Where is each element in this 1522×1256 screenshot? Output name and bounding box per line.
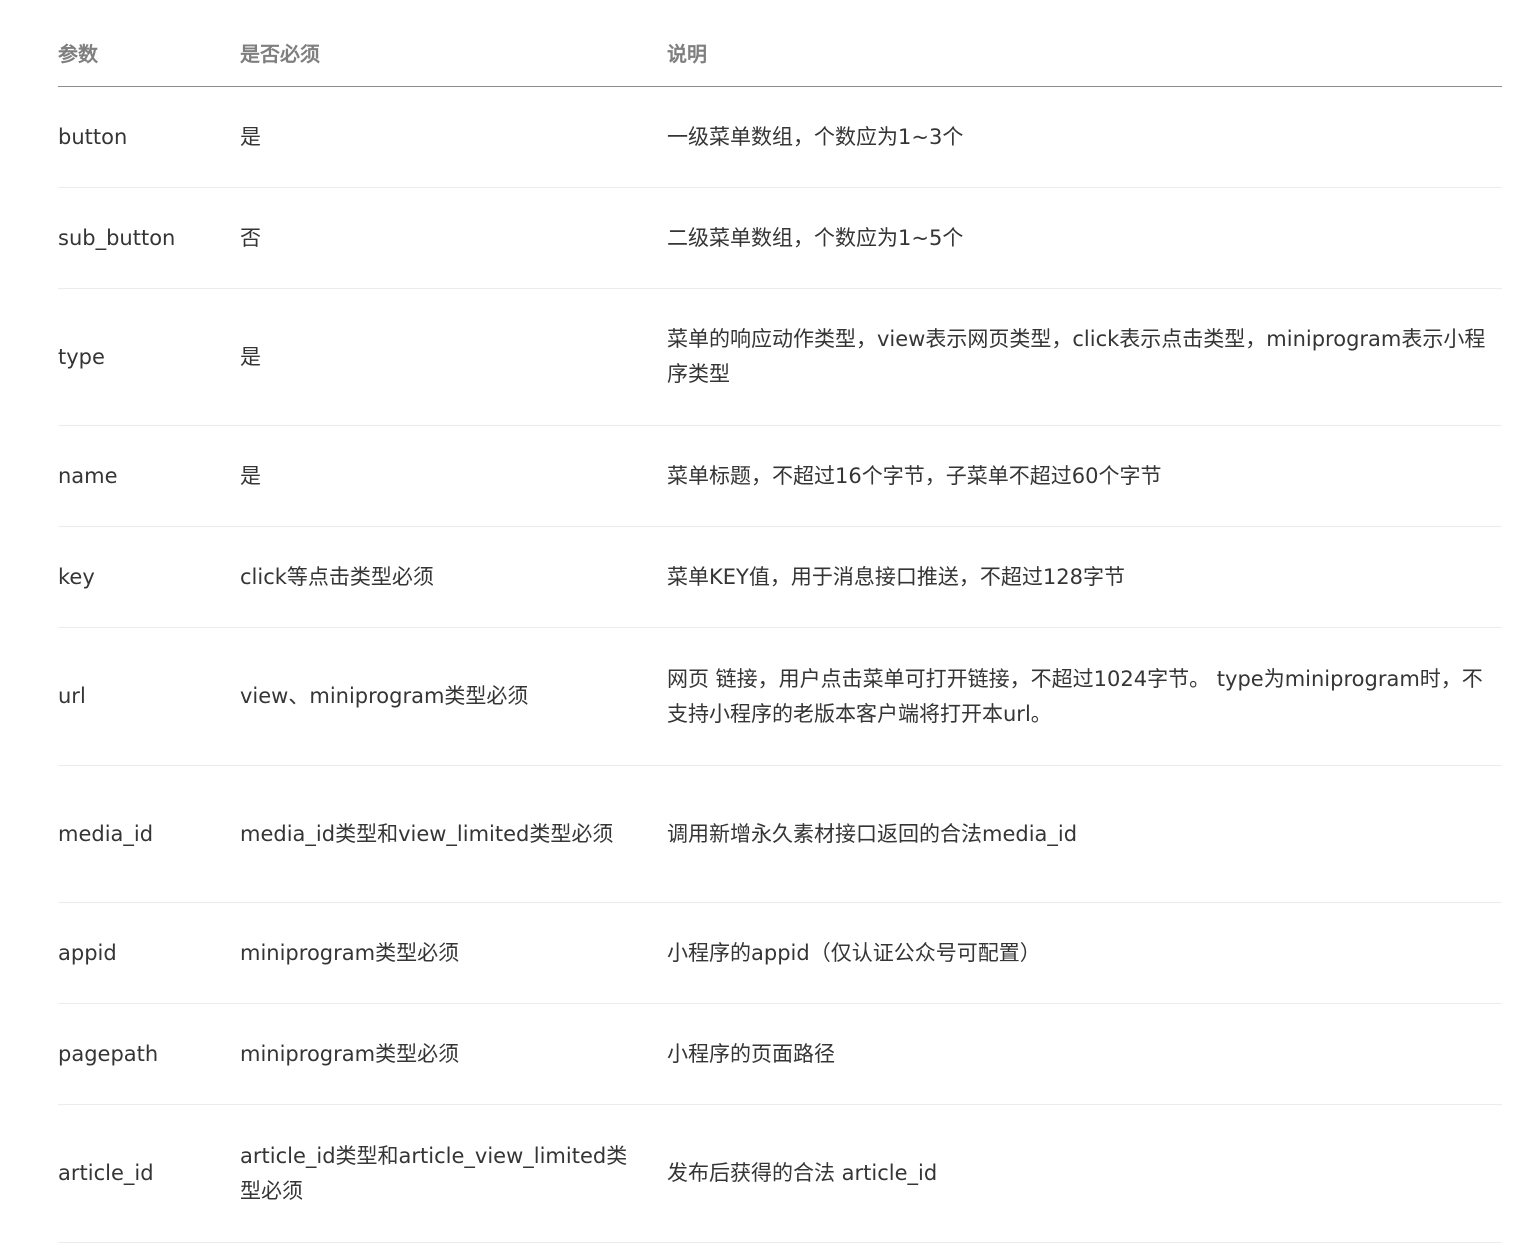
header-row: 参数 是否必须 说明	[58, 18, 1502, 87]
table-row: pagepath miniprogram类型必须 小程序的页面路径	[58, 1003, 1502, 1105]
param-cell: media_id	[58, 765, 240, 903]
desc-cell: 网页 链接，用户点击菜单可打开链接，不超过1024字节。 type为minipr…	[667, 627, 1502, 766]
param-cell: key	[58, 526, 240, 628]
required-cell: click等点击类型必须	[240, 526, 667, 628]
desc-cell: 发布后获得的合法 article_id	[667, 1104, 1502, 1243]
desc-cell: 调用新增永久素材接口返回的合法media_id	[667, 765, 1502, 903]
params-table-container: 参数 是否必须 说明 button 是 一级菜单数组，个数应为1~3个 sub_…	[58, 18, 1502, 1243]
param-cell: name	[58, 425, 240, 527]
required-cell: 是	[240, 288, 667, 426]
required-cell: 否	[240, 187, 667, 289]
params-table: 参数 是否必须 说明 button 是 一级菜单数组，个数应为1~3个 sub_…	[58, 18, 1502, 1243]
header-required: 是否必须	[240, 18, 667, 87]
desc-cell: 菜单的响应动作类型，view表示网页类型，click表示点击类型，minipro…	[667, 288, 1502, 426]
desc-cell: 菜单KEY值，用于消息接口推送，不超过128字节	[667, 526, 1502, 628]
table-row: appid miniprogram类型必须 小程序的appid（仅认证公众号可配…	[58, 902, 1502, 1004]
required-cell: miniprogram类型必须	[240, 1003, 667, 1105]
param-cell: url	[58, 627, 240, 766]
required-cell: article_id类型和article_view_limited类型必须	[240, 1104, 667, 1243]
table-row: media_id media_id类型和view_limited类型必须 调用新…	[58, 765, 1502, 903]
required-cell: 是	[240, 425, 667, 527]
table-row: key click等点击类型必须 菜单KEY值，用于消息接口推送，不超过128字…	[58, 526, 1502, 628]
desc-cell: 二级菜单数组，个数应为1~5个	[667, 187, 1502, 289]
table-row: sub_button 否 二级菜单数组，个数应为1~5个	[58, 187, 1502, 289]
table-row: url view、miniprogram类型必须 网页 链接，用户点击菜单可打开…	[58, 627, 1502, 766]
param-cell: article_id	[58, 1104, 240, 1243]
param-cell: type	[58, 288, 240, 426]
required-cell: view、miniprogram类型必须	[240, 627, 667, 766]
param-cell: button	[58, 86, 240, 188]
required-cell: miniprogram类型必须	[240, 902, 667, 1004]
desc-cell: 菜单标题，不超过16个字节，子菜单不超过60个字节	[667, 425, 1502, 527]
desc-cell: 一级菜单数组，个数应为1~3个	[667, 86, 1502, 188]
table-row: article_id article_id类型和article_view_lim…	[58, 1104, 1502, 1243]
desc-cell: 小程序的页面路径	[667, 1003, 1502, 1105]
required-cell: media_id类型和view_limited类型必须	[240, 765, 667, 903]
param-cell: pagepath	[58, 1003, 240, 1105]
header-param: 参数	[58, 18, 240, 87]
table-header: 参数 是否必须 说明	[58, 18, 1502, 87]
required-cell: 是	[240, 86, 667, 188]
param-cell: sub_button	[58, 187, 240, 289]
table-row: type 是 菜单的响应动作类型，view表示网页类型，click表示点击类型，…	[58, 288, 1502, 426]
table-row: name 是 菜单标题，不超过16个字节，子菜单不超过60个字节	[58, 425, 1502, 527]
table-row: button 是 一级菜单数组，个数应为1~3个	[58, 86, 1502, 188]
desc-cell: 小程序的appid（仅认证公众号可配置）	[667, 902, 1502, 1004]
header-desc: 说明	[667, 18, 1502, 87]
table-body: button 是 一级菜单数组，个数应为1~3个 sub_button 否 二级…	[58, 86, 1502, 1243]
param-cell: appid	[58, 902, 240, 1004]
